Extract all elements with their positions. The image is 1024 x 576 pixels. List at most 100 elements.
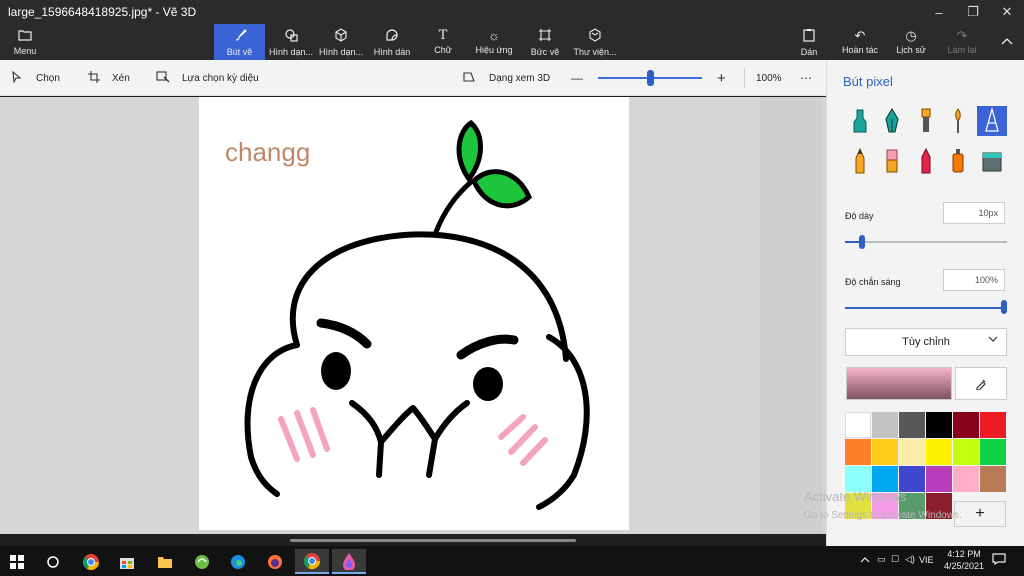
color-swatch[interactable] bbox=[845, 412, 871, 438]
color-swatch[interactable] bbox=[926, 412, 952, 438]
redo-button[interactable]: ↷ Làm lại bbox=[944, 24, 980, 60]
thickness-input[interactable]: 10px bbox=[943, 202, 1005, 224]
zoom-value[interactable]: 100% bbox=[756, 60, 782, 96]
show-hidden-icons[interactable] bbox=[860, 555, 870, 565]
color-swatch[interactable] bbox=[953, 439, 979, 465]
watercolor-brush[interactable] bbox=[943, 106, 973, 136]
color-swatch[interactable] bbox=[872, 412, 898, 438]
paste-button[interactable]: Dán bbox=[796, 24, 822, 60]
zoom-in-button[interactable]: + bbox=[717, 60, 726, 96]
crop-tool[interactable]: Xén bbox=[88, 60, 130, 96]
eraser-brush[interactable] bbox=[877, 146, 907, 176]
canvas-icon bbox=[538, 28, 552, 45]
chrome-app-active[interactable] bbox=[295, 549, 329, 574]
crayon-brush[interactable] bbox=[911, 146, 941, 176]
drawing-canvas[interactable]: changg bbox=[199, 97, 629, 530]
zoom-out-button[interactable]: — bbox=[571, 60, 583, 96]
workspace: changg bbox=[0, 97, 826, 542]
redo-label: Làm lại bbox=[947, 45, 977, 55]
cube-icon bbox=[334, 27, 348, 45]
search-button[interactable] bbox=[36, 549, 70, 574]
close-button[interactable]: ✕ bbox=[990, 0, 1024, 24]
thickness-slider-thumb[interactable] bbox=[859, 235, 865, 249]
spray-can-brush[interactable] bbox=[943, 146, 973, 176]
volume-icon[interactable]: ◁) bbox=[905, 554, 915, 565]
brush-icon bbox=[233, 28, 247, 45]
tab-2d-shapes[interactable]: Hình dạn... bbox=[267, 24, 315, 60]
oil-brush[interactable] bbox=[911, 106, 941, 136]
fill-bucket-brush[interactable] bbox=[977, 146, 1007, 176]
opacity-slider-thumb[interactable] bbox=[1001, 300, 1007, 314]
file-explorer-app[interactable] bbox=[148, 549, 182, 574]
clock-time: 4:12 PM bbox=[947, 549, 981, 559]
opacity-slider-track[interactable] bbox=[845, 307, 1003, 309]
notifications-button[interactable] bbox=[992, 553, 1006, 567]
battery-icon[interactable]: ▭ bbox=[877, 554, 886, 565]
tab-text[interactable]: T Chữ bbox=[425, 24, 461, 60]
select-label: Chọn bbox=[36, 72, 60, 84]
magic-select-icon bbox=[156, 70, 170, 86]
more-options-button[interactable]: ⋯ bbox=[800, 60, 812, 96]
horizontal-scrollbar[interactable] bbox=[290, 539, 576, 542]
toolbar: Chọn Xén Lựa chọn kỳ diệu Dạng xem 3D — … bbox=[0, 60, 826, 96]
store-app[interactable] bbox=[110, 549, 144, 574]
color-swatch[interactable] bbox=[926, 439, 952, 465]
network-icon[interactable]: ☐ bbox=[891, 554, 899, 565]
eyedropper-button[interactable] bbox=[955, 367, 1007, 400]
green-app[interactable] bbox=[185, 549, 219, 574]
clock[interactable]: 4:12 PM 4/25/2021 bbox=[944, 549, 984, 571]
tab-3d-shapes[interactable]: Hình dạn... bbox=[317, 24, 365, 60]
calligraphy-pen-brush[interactable] bbox=[877, 106, 907, 136]
paint-3d-app[interactable] bbox=[332, 549, 366, 574]
minimize-button[interactable]: – bbox=[922, 0, 956, 24]
start-button[interactable] bbox=[0, 549, 34, 574]
color-swatch[interactable] bbox=[980, 439, 1006, 465]
color-swatch[interactable] bbox=[980, 466, 1006, 492]
tab-label: Hình dán bbox=[373, 46, 411, 57]
tab-label: Thư viện... bbox=[573, 46, 617, 57]
undo-button[interactable]: ↶ Hoàn tác bbox=[840, 24, 880, 60]
maximize-button[interactable]: ❐ bbox=[956, 0, 990, 24]
pixel-pen-brush[interactable] bbox=[977, 106, 1007, 136]
opacity-input[interactable]: 100% bbox=[943, 269, 1005, 291]
tab-brushes[interactable]: Bút vẽ bbox=[214, 24, 265, 60]
spray-can-icon bbox=[952, 149, 964, 173]
color-swatch[interactable] bbox=[980, 412, 1006, 438]
pencil-brush[interactable] bbox=[845, 146, 875, 176]
tab-stickers[interactable]: Hình dán bbox=[370, 24, 414, 60]
tab-3d-library[interactable]: Thư viện... bbox=[572, 24, 618, 60]
edge-icon bbox=[231, 554, 245, 569]
color-swatch[interactable] bbox=[899, 412, 925, 438]
app-icon bbox=[195, 554, 209, 569]
menu-label: Menu bbox=[13, 45, 37, 56]
library-icon bbox=[588, 27, 602, 45]
firefox-app[interactable] bbox=[258, 549, 292, 574]
history-button[interactable]: ◷ Lịch sử bbox=[894, 24, 928, 60]
zoom-slider-thumb[interactable] bbox=[647, 70, 654, 86]
chevron-down-icon bbox=[988, 335, 998, 346]
marker-brush[interactable] bbox=[845, 106, 875, 136]
language-indicator[interactable]: VIE bbox=[919, 555, 934, 565]
pixel-pen-icon bbox=[985, 108, 999, 132]
magic-select-tool[interactable]: Lựa chọn kỳ diệu bbox=[156, 60, 259, 96]
color-mode-dropdown[interactable]: Tùy chỉnh bbox=[845, 328, 1007, 356]
color-swatch[interactable] bbox=[872, 439, 898, 465]
current-color-swatch[interactable] bbox=[846, 367, 952, 400]
redo-icon: ↷ bbox=[956, 28, 968, 43]
watercolor-icon bbox=[955, 108, 961, 133]
view-3d-toggle[interactable]: Dạng xem 3D bbox=[463, 60, 550, 96]
view-3d-label: Dạng xem 3D bbox=[489, 72, 551, 84]
edge-app[interactable] bbox=[221, 549, 255, 574]
color-swatch[interactable] bbox=[845, 439, 871, 465]
chrome-app[interactable] bbox=[74, 549, 108, 574]
menu-button[interactable]: Menu bbox=[6, 24, 44, 60]
tab-label: Hiệu ứng bbox=[475, 45, 513, 55]
collapse-ribbon-button[interactable] bbox=[994, 24, 1020, 60]
color-swatch[interactable] bbox=[953, 412, 979, 438]
select-tool[interactable]: Chọn bbox=[12, 60, 60, 96]
color-swatch[interactable] bbox=[899, 439, 925, 465]
tab-effects[interactable]: ☼ Hiệu ứng bbox=[473, 24, 515, 60]
thickness-slider-track[interactable] bbox=[865, 241, 1007, 243]
tab-canvas[interactable]: Bức vẽ bbox=[528, 24, 562, 60]
text-icon: T bbox=[438, 28, 448, 43]
